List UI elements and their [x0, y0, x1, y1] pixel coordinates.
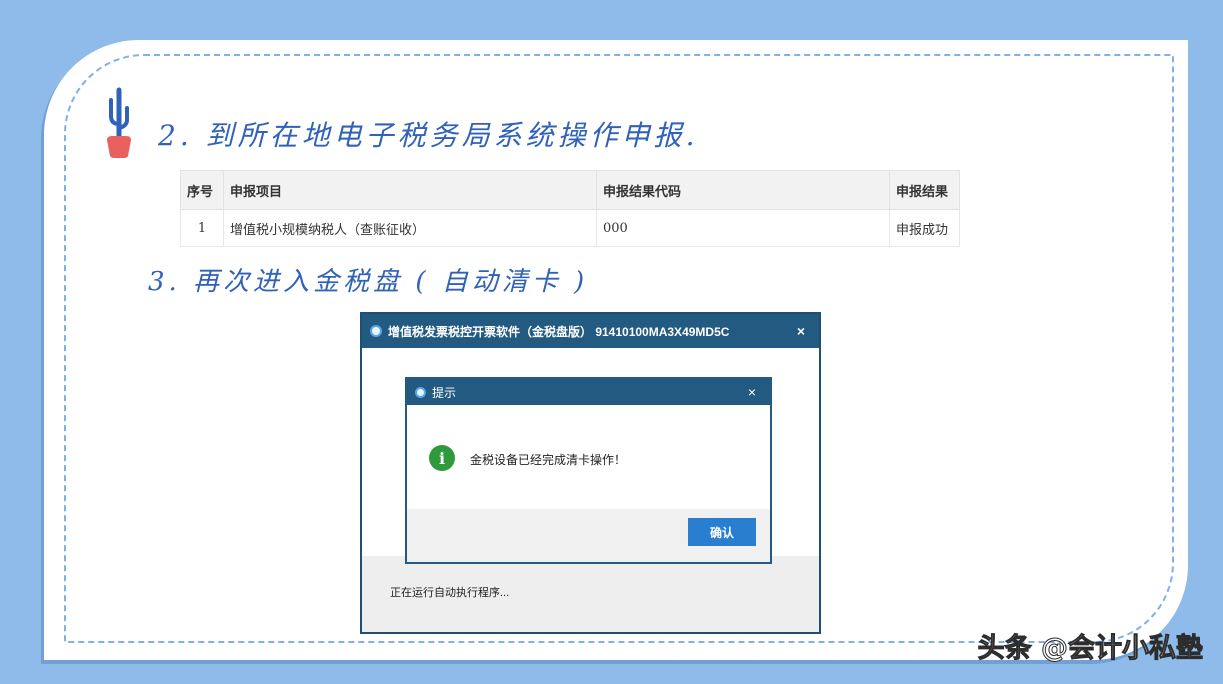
- dialog-message: 金税设备已经完成清卡操作！: [470, 453, 627, 467]
- status-text: 正在运行自动执行程序...: [390, 587, 510, 599]
- dialog-close-button[interactable]: ×: [736, 382, 768, 402]
- col-result: 申报结果: [889, 170, 960, 210]
- col-item: 申报项目: [223, 170, 597, 210]
- app-logo-icon: [370, 325, 382, 337]
- prompt-dialog: 提示 × i 金税设备已经完成清卡操作！ 确认: [405, 377, 772, 564]
- window-close-button[interactable]: ×: [785, 320, 817, 342]
- cell-item: 增值税小规模纳税人（查账征收）: [223, 209, 597, 247]
- table-header-row: 序号 申报项目 申报结果代码 申报结果: [180, 170, 960, 210]
- cell-index: 1: [180, 209, 224, 247]
- confirm-button[interactable]: 确认: [688, 518, 756, 546]
- watermark: 头条 @会计小私塾: [977, 633, 1203, 665]
- window-title: 增值税发票税控开票软件（金税盘版） 91410100MA3X49MD5C: [388, 324, 730, 339]
- col-index: 序号: [180, 170, 224, 210]
- cell-result-code: 000: [596, 209, 890, 247]
- declaration-result-table: 序号 申报项目 申报结果代码 申报结果 1 增值税小规模纳税人（查账征收） 00…: [180, 170, 960, 247]
- dialog-logo-icon: [415, 386, 426, 398]
- step3-heading: 3. 再次进入金税盘 ( 自动清卡 ): [148, 267, 589, 297]
- dialog-titlebar: 提示 ×: [407, 379, 770, 405]
- cell-result: 申报成功: [889, 209, 960, 247]
- dialog-title: 提示: [432, 385, 457, 400]
- dialog-body: i 金税设备已经完成清卡操作！: [407, 405, 770, 509]
- col-result-code: 申报结果代码: [596, 170, 890, 210]
- cactus-icon: [107, 87, 131, 158]
- table-row: 1 增值税小规模纳税人（查账征收） 000 申报成功: [180, 209, 960, 247]
- info-icon: i: [429, 445, 455, 471]
- window-titlebar: 增值税发票税控开票软件（金税盘版） 91410100MA3X49MD5C ×: [362, 314, 819, 348]
- step2-heading: 2. 到所在地电子税务局系统操作申报.: [158, 119, 699, 152]
